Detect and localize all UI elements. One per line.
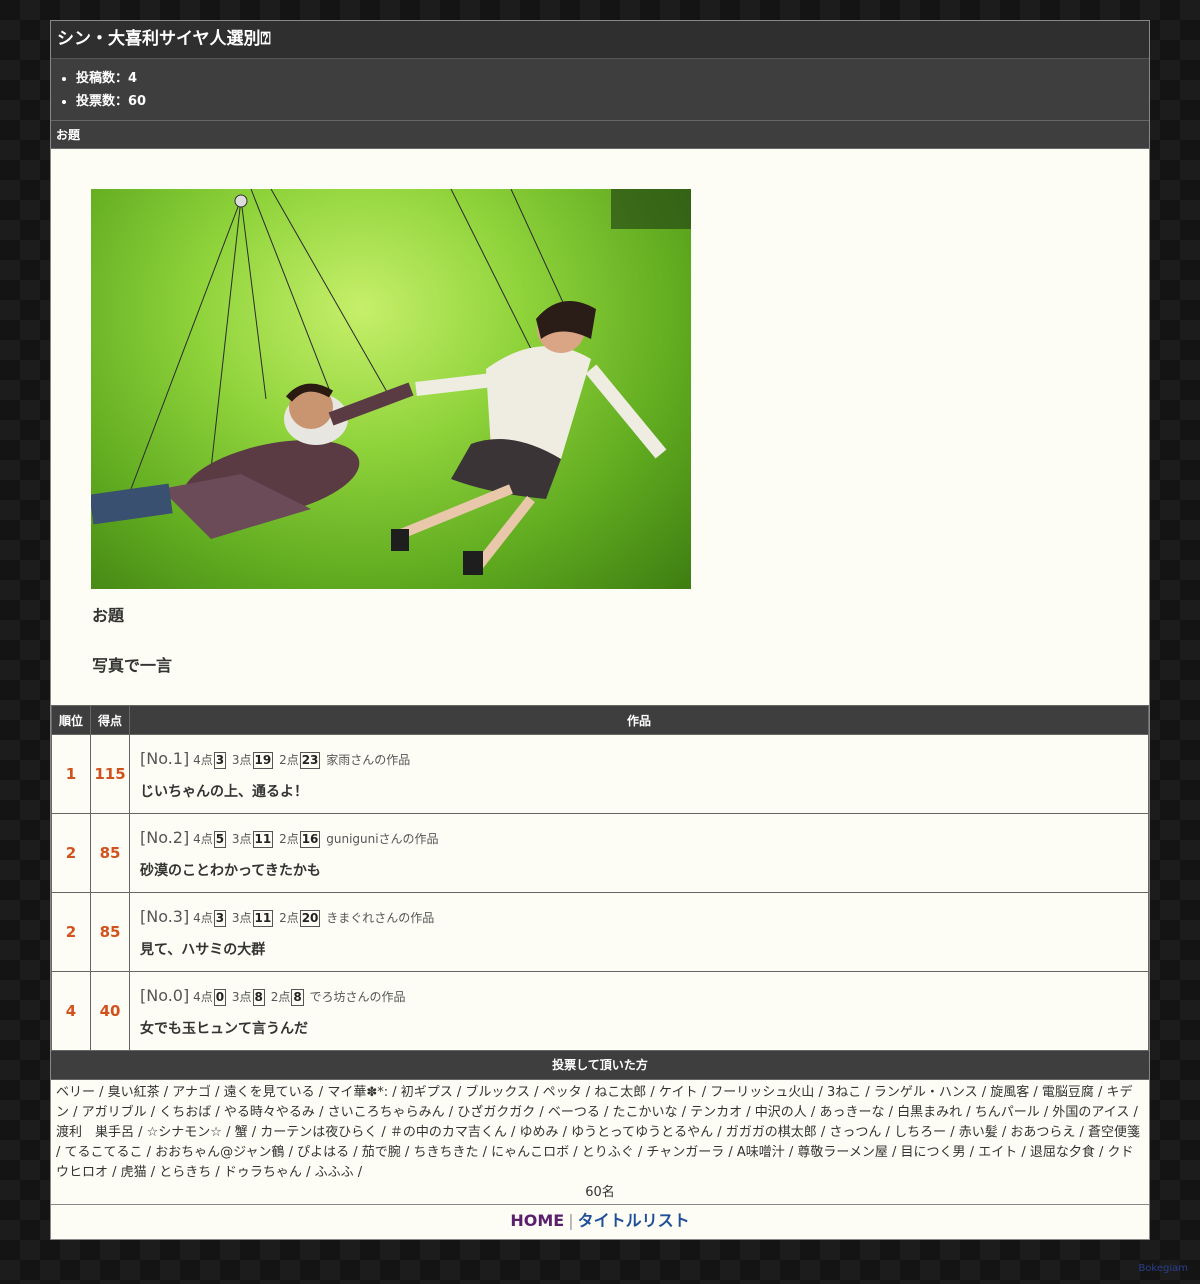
theme-label: お題 bbox=[92, 606, 125, 625]
work-meta: [No.3] 4点 3 3点 11 2点 20 きまぐれさんの作品 bbox=[140, 906, 1148, 929]
work-meta: [No.1] 4点 3 3点 19 2点 23 家雨さんの作品 bbox=[140, 748, 1148, 771]
rank-header: 順位 bbox=[51, 705, 91, 735]
work-author: でろ坊さんの作品 bbox=[309, 989, 406, 1004]
points-3-value: 11 bbox=[252, 909, 274, 927]
points-4-label: 4点 bbox=[193, 989, 213, 1004]
table-row: 2 85 [No.2] 4点 5 3点 11 2点 16 guniguniさんの作品 … bbox=[51, 813, 1149, 893]
main-frame: シン・大喜利サイヤ人選別⍰ 投稿数：4 投票数：60 お題 bbox=[50, 20, 1150, 1240]
points-2-value: 8 bbox=[291, 988, 304, 1006]
points-4-label: 4点 bbox=[193, 752, 213, 767]
points-4-value: 5 bbox=[213, 830, 227, 848]
rank-cell: 1 bbox=[51, 734, 91, 814]
points-3-value: 8 bbox=[252, 988, 265, 1006]
work-meta: [No.2] 4点 5 3点 11 2点 16 guniguniさんの作品 bbox=[140, 827, 1148, 850]
theme-area: お題 写真で一言 bbox=[51, 149, 1149, 705]
work-cell: [No.1] 4点 3 3点 19 2点 23 家雨さんの作品 じいちゃんの上、通るよ… bbox=[129, 734, 1149, 814]
points-4-label: 4点 bbox=[193, 831, 213, 846]
work-number: [No.0] bbox=[140, 985, 190, 1005]
points-3-value: 11 bbox=[252, 830, 274, 848]
points-2-value: 23 bbox=[299, 751, 321, 769]
work-text: 女でも玉ヒュンて言うんだ bbox=[140, 1020, 308, 1037]
points-2-label: 2点 bbox=[279, 910, 299, 925]
work-meta: [No.0] 4点 0 3点 8 2点 8 でろ坊さんの作品 bbox=[140, 985, 1148, 1008]
work-cell: [No.0] 4点 0 3点 8 2点 8 でろ坊さんの作品 女でも玉ヒュンて言うんだ bbox=[129, 971, 1149, 1051]
voters-count: 60名 bbox=[585, 1185, 615, 1200]
score-cell: 85 bbox=[90, 892, 130, 972]
work-text: 砂漠のことわかってきたかも bbox=[140, 862, 321, 879]
points-3-label: 3点 bbox=[231, 989, 252, 1004]
table-row: 1 115 [No.1] 4点 3 3点 19 2点 23 家雨さんの作品 じいちゃん… bbox=[51, 734, 1149, 814]
rank-cell: 4 bbox=[51, 971, 91, 1051]
points-3-label: 3点 bbox=[231, 910, 252, 925]
posts-count: 投稿数：4 bbox=[76, 67, 1149, 90]
work-text: じいちゃんの上、通るよ！ bbox=[140, 783, 308, 800]
score-header: 得点 bbox=[90, 705, 130, 735]
work-number: [No.1] bbox=[140, 748, 190, 768]
voters-header: 投票して頂いた方 bbox=[51, 1051, 1149, 1080]
points-4-value: 3 bbox=[213, 909, 227, 927]
theme-section-header: お題 bbox=[51, 121, 1149, 149]
points-2-label: 2点 bbox=[279, 831, 299, 846]
points-3-value: 19 bbox=[252, 751, 274, 769]
points-3-label: 3点 bbox=[231, 752, 252, 767]
rank-cell: 2 bbox=[51, 813, 91, 893]
work-text: 見て、ハサミの大群 bbox=[140, 941, 266, 958]
work-author: きまぐれさんの作品 bbox=[326, 910, 435, 925]
points-2-value: 16 bbox=[299, 830, 321, 848]
work-author: 家雨さんの作品 bbox=[326, 752, 411, 767]
work-header: 作品 bbox=[129, 705, 1149, 735]
page-title: シン・大喜利サイヤ人選別⍰ bbox=[51, 21, 1149, 59]
work-author: guniguniさんの作品 bbox=[326, 831, 439, 846]
title-list-link[interactable]: タイトルリスト bbox=[578, 1211, 690, 1230]
work-cell: [No.3] 4点 3 3点 11 2点 20 きまぐれさんの作品 見て、ハサミの大群 bbox=[129, 892, 1149, 972]
table-row: 2 85 [No.3] 4点 3 3点 11 2点 20 きまぐれさんの作品 見て、ハ… bbox=[51, 892, 1149, 972]
points-4-label: 4点 bbox=[193, 910, 213, 925]
work-number: [No.3] bbox=[140, 906, 190, 926]
footer-nav: HOME | タイトルリスト bbox=[51, 1204, 1149, 1237]
theme-text: 写真で一言 bbox=[92, 656, 173, 675]
score-cell: 40 bbox=[90, 971, 130, 1051]
points-2-label: 2点 bbox=[279, 752, 299, 767]
photo-two-people-flying-on-wires-icon bbox=[91, 189, 691, 575]
points-2-value: 20 bbox=[299, 909, 321, 927]
home-link[interactable]: HOME bbox=[510, 1211, 564, 1230]
rank-cell: 2 bbox=[51, 892, 91, 972]
results-table: 順位 得点 作品 1 115 [No.1] 4点 3 3点 19 2点 23 家雨さん… bbox=[51, 705, 1149, 1051]
points-4-value: 0 bbox=[213, 988, 227, 1006]
voters-names: ベリー / 臭い紅茶 / アナゴ / 遠くを見ている / マイ華✽*: / 初ギ… bbox=[56, 1085, 1141, 1180]
points-2-label: 2点 bbox=[270, 989, 291, 1004]
score-cell: 85 bbox=[90, 813, 130, 893]
work-number: [No.2] bbox=[140, 827, 190, 847]
score-cell: 115 bbox=[90, 734, 130, 814]
nav-separator: | bbox=[568, 1211, 574, 1230]
points-3-label: 3点 bbox=[231, 831, 252, 846]
table-row: 4 40 [No.0] 4点 0 3点 8 2点 8 でろ坊さんの作品 女でも玉ヒュン… bbox=[51, 971, 1149, 1051]
site-credit-link[interactable]: Bokegiam bbox=[1138, 1263, 1188, 1274]
stats-panel: 投稿数：4 投票数：60 bbox=[51, 59, 1149, 121]
votes-count: 投票数：60 bbox=[76, 90, 1149, 113]
voters-list: ベリー / 臭い紅茶 / アナゴ / 遠くを見ている / マイ華✽*: / 初ギ… bbox=[51, 1080, 1149, 1204]
results-header-row: 順位 得点 作品 bbox=[51, 705, 1149, 735]
work-cell: [No.2] 4点 5 3点 11 2点 16 guniguniさんの作品 砂漠のこと… bbox=[129, 813, 1149, 893]
theme-photo bbox=[91, 189, 691, 589]
points-4-value: 3 bbox=[213, 751, 227, 769]
